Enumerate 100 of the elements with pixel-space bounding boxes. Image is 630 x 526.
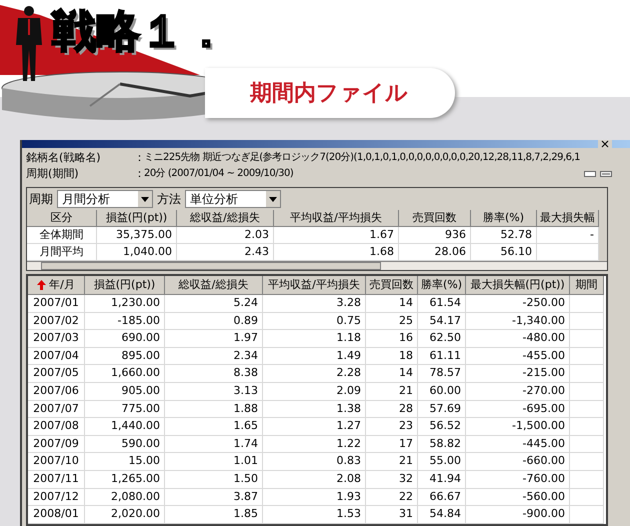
table-cell bbox=[570, 312, 604, 330]
table-cell: 1,660.00 bbox=[85, 365, 165, 383]
table-cell bbox=[570, 436, 604, 454]
table-cell: 1,040.00 bbox=[97, 244, 177, 261]
dropdown[interactable]: 月間分析 bbox=[57, 190, 153, 208]
column-header[interactable]: 平均収益/平均損失 bbox=[274, 210, 399, 227]
table-cell: 2.09 bbox=[263, 382, 366, 401]
table-cell: 14 bbox=[366, 365, 418, 383]
table-cell: -270.00 bbox=[466, 382, 570, 401]
column-header[interactable]: 売買回数 bbox=[366, 276, 418, 295]
table-cell: 54.17 bbox=[418, 312, 466, 330]
table-cell: -455.00 bbox=[466, 348, 570, 366]
table-cell: 936 bbox=[399, 227, 471, 244]
table-cell bbox=[570, 382, 604, 401]
column-header[interactable]: 最大損失幅(円(pt)) bbox=[466, 276, 570, 295]
table-cell: 1.74 bbox=[165, 436, 263, 454]
table-cell: -215.00 bbox=[466, 365, 570, 383]
table-cell: 2007/03 bbox=[28, 330, 85, 348]
table-cell: 8.38 bbox=[165, 365, 263, 383]
column-header[interactable]: 区分 bbox=[27, 210, 97, 227]
table-cell: 2007/10 bbox=[28, 453, 85, 471]
table-cell: 22 bbox=[366, 488, 418, 506]
table-cell: 1.18 bbox=[263, 330, 366, 348]
table-cell: -1,340.00 bbox=[466, 312, 570, 330]
table-cell: 2.28 bbox=[263, 365, 366, 383]
table-cell: 590.00 bbox=[85, 436, 165, 454]
column-header[interactable]: 年/月 bbox=[28, 276, 85, 295]
table-cell: -1,500.00 bbox=[466, 418, 570, 436]
table-cell bbox=[570, 400, 604, 418]
table-cell: 60.00 bbox=[418, 382, 466, 401]
table-cell: 2007/06 bbox=[28, 382, 85, 401]
dropdown[interactable]: 単位分析 bbox=[185, 190, 281, 208]
column-header[interactable]: 総収益/総損失 bbox=[177, 210, 274, 227]
column-header[interactable]: 勝率(%) bbox=[471, 210, 537, 227]
table-cell: 21 bbox=[366, 382, 418, 401]
info-value: 20分 (2007/01/04 ~ 2009/10/30) bbox=[144, 167, 294, 181]
table-cell: 2007/04 bbox=[28, 348, 85, 366]
table-cell: 55.00 bbox=[418, 453, 466, 471]
table-cell: 3.87 bbox=[165, 488, 263, 506]
table-cell: 2007/09 bbox=[28, 436, 85, 454]
column-header[interactable]: 売買回数 bbox=[399, 210, 471, 227]
table-cell: 1.65 bbox=[165, 418, 263, 436]
filter-label: 方法 bbox=[156, 191, 182, 208]
column-header[interactable]: 期間 bbox=[570, 276, 604, 295]
table-cell: -760.00 bbox=[466, 470, 570, 489]
table-cell: 1.93 bbox=[263, 488, 366, 506]
table-cell: 66.67 bbox=[418, 488, 466, 506]
table-cell: 1,265.00 bbox=[85, 470, 165, 489]
table-cell: -695.00 bbox=[466, 400, 570, 418]
table-cell: 690.00 bbox=[85, 330, 165, 348]
table-cell: 78.57 bbox=[418, 365, 466, 383]
table-cell: 28 bbox=[366, 400, 418, 418]
table-cell: 17 bbox=[366, 436, 418, 454]
horizontal-scrollbar[interactable] bbox=[27, 261, 607, 270]
table-cell: 2,020.00 bbox=[85, 506, 165, 524]
table-cell: 1.01 bbox=[165, 453, 263, 471]
separator: ： bbox=[134, 150, 144, 166]
table-cell: 2007/01 bbox=[28, 295, 85, 313]
table-cell: -660.00 bbox=[466, 453, 570, 471]
banner-subtitle: 期間内ファイル bbox=[250, 80, 408, 108]
column-header[interactable]: 総収益/総損失 bbox=[165, 276, 263, 295]
filter-label: 周期 bbox=[28, 191, 54, 208]
caret-icon bbox=[138, 191, 152, 207]
column-header[interactable]: 損益(円(pt)) bbox=[85, 276, 165, 295]
table-cell: 1.53 bbox=[263, 506, 366, 524]
table-cell: -900.00 bbox=[466, 506, 570, 524]
column-header[interactable]: 勝率(%) bbox=[418, 276, 466, 295]
table-cell bbox=[570, 453, 604, 471]
table-cell: 775.00 bbox=[85, 400, 165, 418]
table-cell: 3.28 bbox=[263, 295, 366, 313]
table-cell: 15.00 bbox=[85, 453, 165, 471]
table-cell: 58.82 bbox=[418, 436, 466, 454]
table-cell: 25 bbox=[366, 312, 418, 330]
table-cell: 2007/05 bbox=[28, 365, 85, 383]
table-cell: 2,080.00 bbox=[85, 488, 165, 506]
table-cell: 月間平均 bbox=[27, 244, 97, 261]
table-cell: 895.00 bbox=[85, 348, 165, 366]
info-label: 銘柄名(戦略名) bbox=[26, 150, 102, 166]
table-cell: -560.00 bbox=[466, 488, 570, 506]
table-cell: 0.75 bbox=[263, 312, 366, 330]
table-cell: 1.85 bbox=[165, 506, 263, 524]
table-cell: -250.00 bbox=[466, 295, 570, 313]
table-cell: 14 bbox=[366, 295, 418, 313]
minimize-icon[interactable] bbox=[584, 171, 596, 177]
table-cell: 1,230.00 bbox=[85, 295, 165, 313]
businessman-silhouette-icon bbox=[14, 5, 44, 83]
column-header[interactable]: 最大損失幅 bbox=[537, 210, 599, 227]
table-cell: 32 bbox=[366, 470, 418, 489]
table-cell: 16 bbox=[366, 330, 418, 348]
table-cell: 56.52 bbox=[418, 418, 466, 436]
table-cell: 35,375.00 bbox=[97, 227, 177, 244]
table-cell: 2007/08 bbox=[28, 418, 85, 436]
restore-icon[interactable] bbox=[600, 171, 612, 177]
column-header[interactable]: 平均収益/平均損失 bbox=[263, 276, 366, 295]
table-cell: 52.78 bbox=[471, 227, 537, 244]
table-cell: 23 bbox=[366, 418, 418, 436]
column-header[interactable]: 損益(円(pt)) bbox=[97, 210, 177, 227]
table-cell: -185.00 bbox=[85, 312, 165, 330]
table-cell: 905.00 bbox=[85, 382, 165, 401]
close-icon[interactable] bbox=[598, 140, 612, 148]
